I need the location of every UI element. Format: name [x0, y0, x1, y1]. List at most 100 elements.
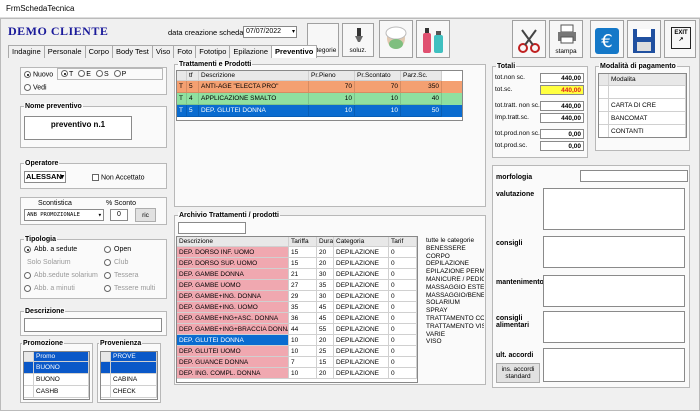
tab-preventivo[interactable]: Preventivo: [271, 45, 318, 58]
tipologia-option[interactable]: Open: [104, 246, 131, 253]
row-selector[interactable]: [101, 362, 111, 374]
table-row[interactable]: DEP. GAMBE UOMO 27 35 DEPILAZIONE 0: [177, 280, 417, 291]
list-item[interactable]: BUONO: [24, 374, 89, 386]
table-row[interactable]: DEP. DORSO SUP. UOMO 15 20 DEPILAZIONE 0: [177, 258, 417, 269]
tipologia-radio[interactable]: [24, 246, 31, 253]
category-item[interactable]: MASSAGGIO/BENE: [426, 292, 484, 300]
tab-foto[interactable]: Foto: [173, 45, 197, 58]
table-row[interactable]: DEP. GAMBE+ING+BRACCIA DONNA 44 55 DEPILAZI…: [177, 324, 417, 335]
filter-radio-p[interactable]: P: [113, 70, 126, 78]
category-item[interactable]: CORPO: [426, 253, 484, 261]
row-selector[interactable]: [24, 374, 34, 386]
list-item[interactable]: CARTA DI CRE: [599, 99, 686, 112]
category-item[interactable]: VISO: [426, 338, 484, 346]
tipologia-radio[interactable]: [104, 246, 111, 253]
filter-radio-dot[interactable]: [78, 70, 86, 78]
products-button[interactable]: [416, 20, 450, 58]
filter-radio-dot[interactable]: [95, 70, 103, 78]
row-selector[interactable]: [101, 374, 111, 386]
tipologia-radio[interactable]: [24, 285, 31, 292]
valutazione-input[interactable]: [543, 188, 685, 230]
pagamento-grid[interactable]: Modalita CARTA DI CRE BANCOMAT CONTANTI: [598, 73, 687, 138]
archivio-grid[interactable]: Descrizione Tariffa Dura Categoria Tarif DEP.…: [176, 236, 418, 383]
tab-epilazione[interactable]: Epilazione: [229, 45, 273, 58]
category-item[interactable]: EPILAZIONE PERMA: [426, 268, 484, 276]
category-item[interactable]: TRATTAMENTO VIS: [426, 323, 484, 331]
morfologia-input[interactable]: [580, 170, 688, 182]
tab-fototipo[interactable]: Fototipo: [195, 45, 231, 58]
filter-radio-t[interactable]: T: [61, 70, 73, 78]
scontistica-select[interactable]: ANB PROMOZIONALE ▾: [24, 209, 104, 221]
tipologia-radio[interactable]: [104, 259, 111, 266]
list-item[interactable]: BANCOMAT: [599, 112, 686, 125]
category-item[interactable]: MASSAGGIO ESTET: [426, 284, 484, 292]
filter-radio-s[interactable]: S: [95, 70, 109, 78]
row-selector[interactable]: [599, 125, 609, 137]
tipologia-radio[interactable]: [104, 272, 111, 279]
archivio-search-input[interactable]: [178, 222, 246, 234]
nome-preventivo-input[interactable]: preventivo n.1: [24, 116, 132, 140]
tipologia-option[interactable]: Abb. a minuti: [24, 285, 75, 292]
table-row[interactable]: DEP. GLUTEI UOMO 10 25 DEPILAZIONE 0: [177, 346, 417, 357]
table-row[interactable]: DEP. GAMBE+ING+ASC. DONNA 36 45 DEPILAZIONE…: [177, 313, 417, 324]
row-selector[interactable]: [24, 386, 34, 398]
sconto-input[interactable]: 0: [110, 209, 128, 221]
tipologia-option[interactable]: Abb. a sedute: [24, 246, 77, 253]
filter-radio-dot[interactable]: [113, 70, 121, 78]
tab-personale[interactable]: Personale: [43, 45, 86, 58]
ult-accordi-input[interactable]: [543, 348, 685, 382]
tipologia-radio[interactable]: [24, 272, 31, 279]
stampa-button[interactable]: stampa: [549, 20, 583, 58]
row-selector[interactable]: [599, 86, 609, 99]
tab-corpo[interactable]: Corpo: [84, 45, 113, 58]
table-row[interactable]: DEP. DORSO INF. UOMO 15 20 DEPILAZIONE 0: [177, 247, 417, 258]
category-list[interactable]: tutte le categorie BENESSERE CORPO DEPILAZI…: [426, 237, 484, 346]
row-selector[interactable]: [599, 112, 609, 125]
euro-button[interactable]: €: [590, 20, 624, 58]
filter-radio-dot[interactable]: [61, 70, 68, 78]
table-row[interactable]: DEP. GAMBE+ING. UOMO 35 45 DEPILAZIONE 0: [177, 302, 417, 313]
table-row[interactable]: DEP. GLUTEI DONNA 10 20 DEPILAZIONE 0: [177, 335, 417, 346]
tipologia-option[interactable]: Club: [104, 259, 128, 266]
chevron-down-icon[interactable]: ▾: [98, 210, 102, 220]
tab-viso[interactable]: Viso: [151, 45, 175, 58]
promozione-grid[interactable]: Promo BUONO BUONO CASHB: [23, 351, 90, 400]
ins-accordi-button[interactable]: ins. accordi standard: [496, 363, 540, 383]
table-row[interactable]: T 5 ANTI-AGE "ELECTA PRO" 70 70 350: [177, 81, 462, 93]
radio-nuovo-dot[interactable]: [24, 71, 31, 78]
row-selector[interactable]: [599, 99, 609, 112]
list-item[interactable]: CONTANTI: [599, 125, 686, 137]
category-item[interactable]: SOLARIUM: [426, 299, 484, 307]
provenienza-grid[interactable]: PROVE CABINA CHECK: [100, 351, 158, 400]
cut-button[interactable]: [512, 20, 546, 58]
save-button[interactable]: [627, 20, 661, 58]
category-item[interactable]: TRATTAMENTO CO: [426, 315, 484, 323]
radio-nuovo[interactable]: Nuovo: [24, 71, 53, 78]
tipologia-option[interactable]: Tessera: [104, 272, 139, 279]
table-row[interactable]: DEP. GUANCE DONNA 7 15 DEPILAZIONE 0: [177, 357, 417, 368]
category-item[interactable]: SPRAY: [426, 307, 484, 315]
radio-vedi[interactable]: Vedi: [24, 84, 47, 91]
operatore-select[interactable]: ALESSAN ▾: [24, 171, 66, 183]
tab-body-test[interactable]: Body Test: [112, 45, 153, 58]
non-accettato-checkbox[interactable]: Non Accettato: [92, 174, 145, 181]
category-item[interactable]: MANICURE / PEDICU: [426, 276, 484, 284]
tipologia-option[interactable]: Solo Solarium: [24, 259, 71, 266]
tipologia-radio[interactable]: [104, 285, 111, 292]
category-item[interactable]: BENESSERE: [426, 245, 484, 253]
category-item[interactable]: tutte le categorie: [426, 237, 484, 245]
list-item[interactable]: CHECK: [101, 386, 157, 398]
soluz-button[interactable]: soluz.: [342, 23, 374, 57]
mantenimento-input[interactable]: [543, 275, 685, 307]
chevron-down-icon[interactable]: ▾: [292, 27, 295, 37]
table-row[interactable]: DEP. GAMBE+ING. DONNA 29 30 DEPILAZIONE 0: [177, 291, 417, 302]
table-row[interactable]: DEP. ING. COMPL. DONNA 10 20 DEPILAZIONE 0: [177, 368, 417, 379]
list-item[interactable]: CABINA: [101, 374, 157, 386]
row-selector[interactable]: [24, 362, 34, 374]
tipologia-option[interactable]: Tessere multi: [104, 285, 155, 292]
date-field[interactable]: 07/07/2022 ▾: [243, 26, 297, 38]
tipologia-option[interactable]: Abb.sedute solarium: [24, 272, 98, 279]
face-mask-button[interactable]: [379, 20, 413, 58]
list-item[interactable]: CASHB: [24, 386, 89, 398]
non-accettato-box[interactable]: [92, 174, 99, 181]
